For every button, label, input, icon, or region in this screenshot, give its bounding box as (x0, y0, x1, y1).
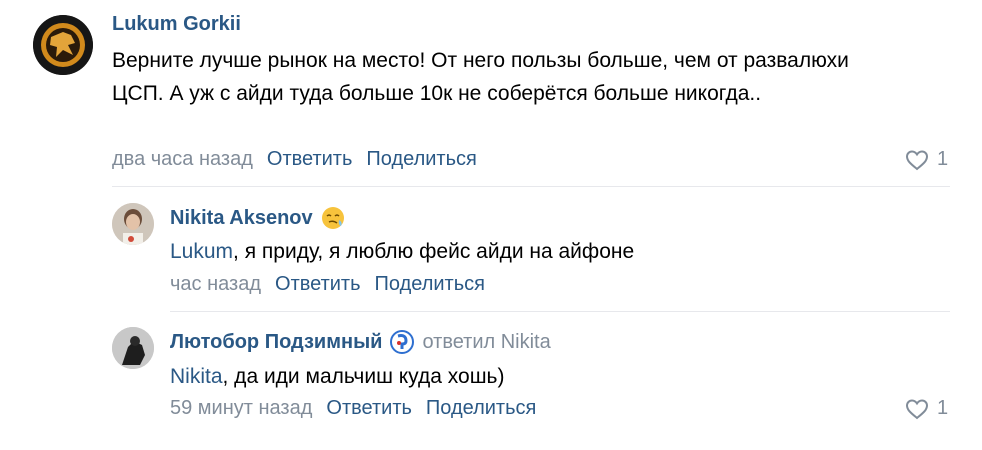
reply-button[interactable]: Ответить (267, 148, 353, 170)
comment-author[interactable]: Lukum Gorkii (112, 13, 241, 36)
reply-button[interactable]: Ответить (326, 397, 412, 419)
avatar[interactable] (33, 15, 93, 75)
emoji-status-icon (321, 207, 344, 229)
comment-time[interactable]: два часа назад (112, 148, 253, 170)
user-photo-icon (112, 327, 154, 369)
share-button[interactable]: Поделиться (366, 148, 476, 170)
like-count: 1 (937, 148, 949, 170)
like-count: 1 (937, 397, 949, 419)
avatar[interactable] (112, 327, 154, 369)
mortal-kombat-dragon-icon (33, 15, 93, 75)
comment-time[interactable]: 59 минут назад (170, 397, 312, 419)
comment-meta: два часа назад Ответить Поделиться (112, 148, 477, 171)
mention-link[interactable]: Nikita (170, 365, 223, 388)
divider (170, 311, 950, 312)
comment-text: Nikita, да иди мальчиш куда хошь) (170, 360, 504, 393)
reply-button[interactable]: Ответить (275, 273, 361, 295)
like-button[interactable]: 1 (905, 397, 948, 420)
comment-meta: час назад Ответить Поделиться (170, 273, 485, 296)
like-button[interactable]: 1 (905, 148, 948, 171)
comment-time[interactable]: час назад (170, 273, 261, 295)
share-button[interactable]: Поделиться (375, 273, 485, 295)
author-name[interactable]: Лютобор Подзимный (170, 331, 382, 354)
heart-icon (905, 149, 929, 170)
comment-body: , да иди мальчиш куда хошь) (222, 365, 505, 388)
comment-text: Верните лучше рынок на место! От него по… (112, 49, 849, 105)
replied-to[interactable]: ответил Nikita (422, 331, 550, 354)
divider (112, 186, 950, 187)
user-photo-icon (112, 203, 154, 245)
comment-meta: 59 минут назад Ответить Поделиться (170, 397, 536, 420)
comment-author: Лютобор Подзимный ответил Nikita (170, 330, 551, 354)
community-badge-icon (390, 330, 415, 354)
comment-body: , я приду, я люблю фейс айди на айфоне (233, 240, 635, 263)
author-name[interactable]: Nikita Aksenov (170, 207, 313, 230)
heart-icon (905, 398, 929, 419)
comment-author[interactable]: Nikita Aksenov (170, 206, 345, 230)
comment-text: Lukum, я приду, я люблю фейс айди на айф… (170, 235, 634, 268)
mention-link[interactable]: Lukum (170, 240, 233, 263)
avatar[interactable] (112, 203, 154, 245)
share-button[interactable]: Поделиться (426, 397, 536, 419)
